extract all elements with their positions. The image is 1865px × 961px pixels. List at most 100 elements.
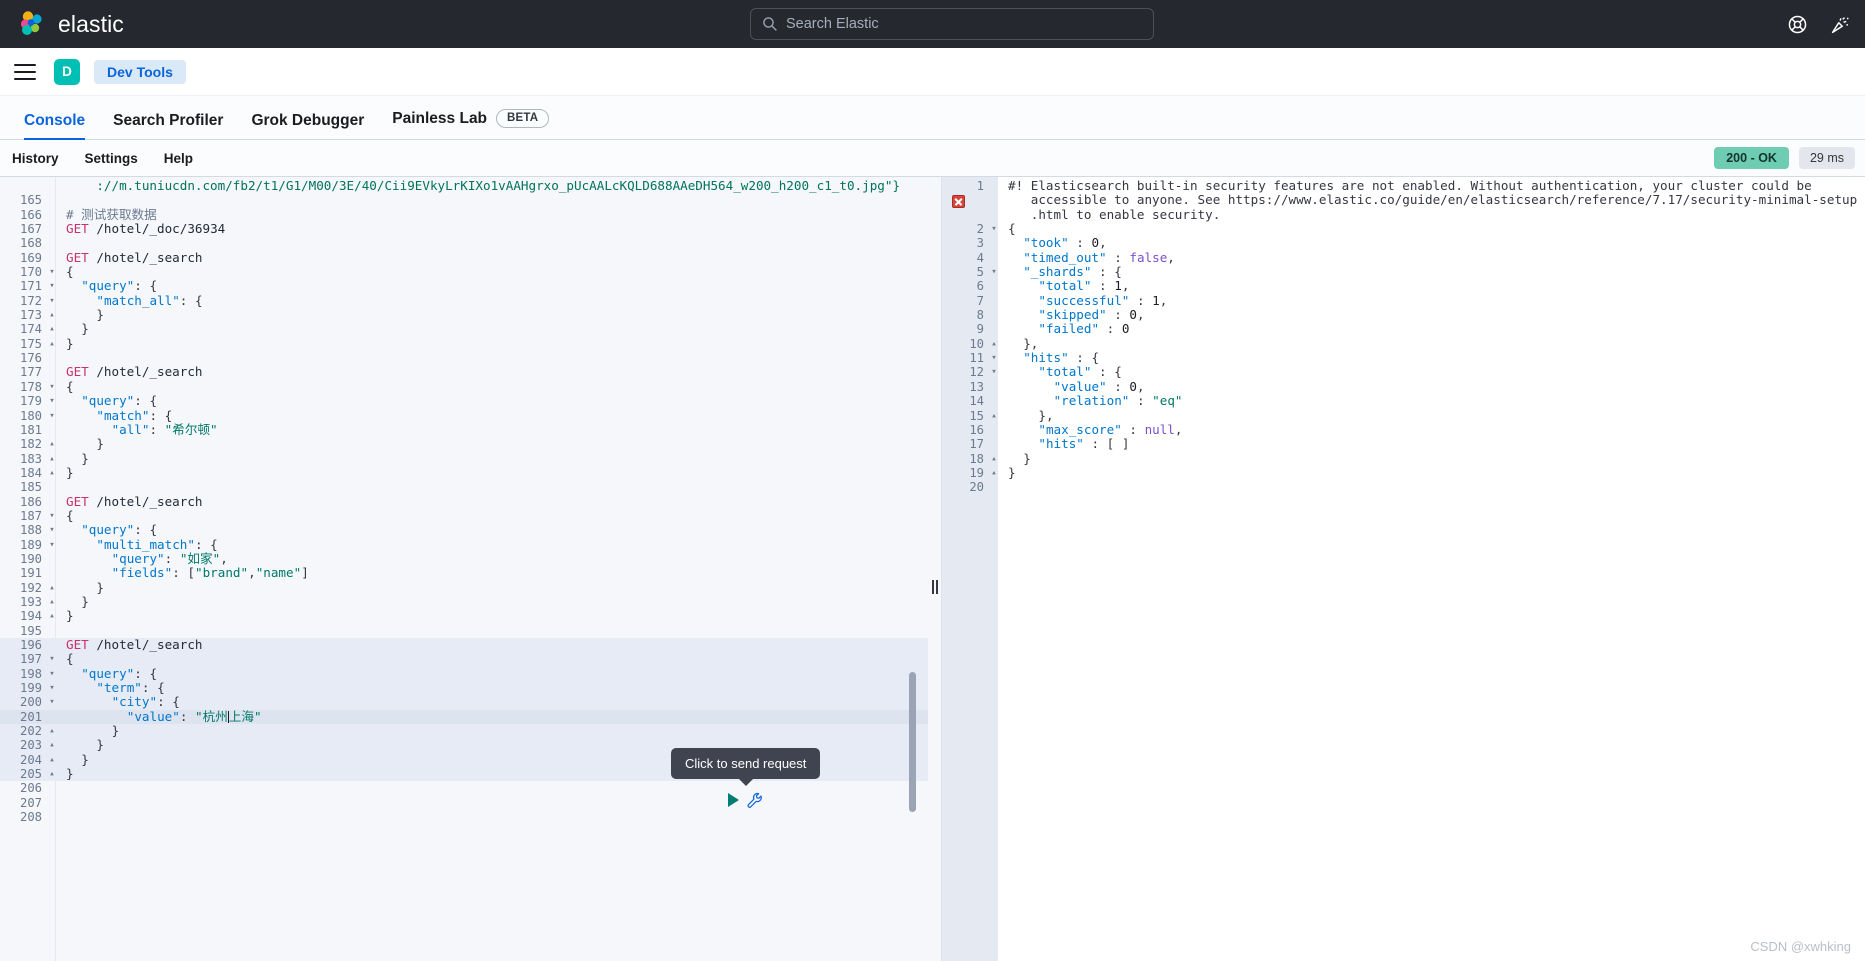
fold-toggle[interactable]: ▾ bbox=[46, 265, 58, 279]
code-line[interactable]: 193 ▴ } bbox=[0, 594, 928, 609]
code-line[interactable]: 187 ▾ { bbox=[0, 508, 928, 523]
code-line[interactable]: 174 ▴ } bbox=[0, 322, 928, 337]
fold-toggle[interactable]: ▴ bbox=[46, 437, 58, 451]
code-line[interactable]: 182 ▴ } bbox=[0, 437, 928, 452]
code-line[interactable]: 185 bbox=[0, 480, 928, 494]
code-line[interactable]: 166 # 测试获取数据 bbox=[0, 207, 928, 222]
code-line[interactable]: 172 ▾ "match_all": { bbox=[0, 293, 928, 308]
hamburger-menu-icon[interactable] bbox=[14, 63, 36, 80]
code-line[interactable]: 183 ▴ } bbox=[0, 451, 928, 466]
fold-toggle[interactable]: ▾ bbox=[46, 667, 58, 681]
fold-toggle[interactable]: ▴ bbox=[46, 581, 58, 595]
global-search-wrapper[interactable] bbox=[750, 8, 1154, 40]
code-line[interactable]: 189 ▾ "multi_match": { bbox=[0, 537, 928, 552]
fold-toggle[interactable]: ▴ bbox=[46, 767, 58, 781]
breadcrumb-dev-tools[interactable]: Dev Tools bbox=[94, 59, 186, 84]
code-line[interactable]: 202 ▴ } bbox=[0, 723, 928, 739]
fold-toggle[interactable]: ▾ bbox=[988, 365, 1000, 379]
code-line[interactable]: 165 bbox=[0, 193, 928, 207]
announcements-icon[interactable] bbox=[1830, 14, 1851, 35]
code-line[interactable]: 199 ▾ "term": { bbox=[0, 680, 928, 696]
code-line[interactable]: 201 "value": "杭州上海" bbox=[0, 709, 928, 725]
fold-toggle[interactable]: ▾ bbox=[46, 509, 58, 523]
help-button[interactable]: Help bbox=[164, 151, 193, 166]
code-line[interactable]: 179 ▾ "query": { bbox=[0, 393, 928, 408]
tab-grok-debugger[interactable]: Grok Debugger bbox=[237, 112, 378, 140]
code-line[interactable]: 195 bbox=[0, 624, 928, 638]
code-line[interactable]: 178 ▾ { bbox=[0, 379, 928, 394]
fold-toggle[interactable]: ▾ bbox=[46, 681, 58, 695]
pane-splitter[interactable] bbox=[928, 177, 942, 961]
fold-toggle[interactable]: ▴ bbox=[46, 595, 58, 609]
code-line[interactable]: 192 ▴ } bbox=[0, 580, 928, 595]
fold-toggle[interactable]: ▴ bbox=[46, 609, 58, 623]
request-editor-pane[interactable]: ://m.tuniucdn.com/fb2/t1/G1/M00/3E/40/Ci… bbox=[0, 177, 928, 961]
response-pane[interactable]: 1 #! Elasticsearch built-in security feat… bbox=[942, 177, 1865, 961]
code-line[interactable]: 194 ▴} bbox=[0, 609, 928, 624]
tab-console[interactable]: Console bbox=[10, 112, 99, 140]
fold-toggle[interactable]: ▴ bbox=[988, 452, 1000, 466]
code-line[interactable]: 171 ▾ "query": { bbox=[0, 279, 928, 294]
code-line[interactable]: 181 "all": "希尔顿" bbox=[0, 422, 928, 437]
fold-toggle[interactable]: ▾ bbox=[988, 265, 1000, 279]
fold-toggle[interactable]: ▴ bbox=[46, 738, 58, 752]
code-line[interactable]: 170 ▾ { bbox=[0, 264, 928, 279]
help-icon[interactable] bbox=[1787, 14, 1808, 35]
fold-toggle[interactable]: ▾ bbox=[46, 695, 58, 709]
fold-toggle[interactable]: ▾ bbox=[46, 380, 58, 394]
fold-toggle[interactable]: ▾ bbox=[46, 409, 58, 423]
fold-toggle[interactable]: ▴ bbox=[46, 337, 58, 351]
fold-toggle[interactable]: ▾ bbox=[46, 523, 58, 537]
code-line[interactable]: 200 ▾ "city": { bbox=[0, 695, 928, 710]
wrench-icon[interactable] bbox=[747, 792, 763, 808]
code-line[interactable]: 196 GET /hotel/_search bbox=[0, 637, 928, 653]
code-line[interactable]: ://m.tuniucdn.com/fb2/t1/G1/M00/3E/40/Ci… bbox=[0, 178, 928, 193]
fold-toggle[interactable]: ▴ bbox=[46, 452, 58, 466]
code-text: "hits" : { bbox=[1023, 350, 1100, 366]
fold-toggle[interactable]: ▴ bbox=[46, 466, 58, 480]
fold-toggle[interactable]: ▴ bbox=[988, 466, 1000, 480]
fold-toggle[interactable]: ▾ bbox=[988, 351, 1000, 365]
code-line[interactable]: 198 ▾ "query": { bbox=[0, 666, 928, 682]
code-line[interactable]: 175 ▴} bbox=[0, 336, 928, 351]
search-input[interactable] bbox=[750, 8, 1154, 40]
code-line[interactable]: 168 bbox=[0, 236, 928, 250]
code-text: "match": { bbox=[96, 407, 173, 423]
fold-toggle[interactable]: ▾ bbox=[46, 394, 58, 408]
editor-vertical-scrollbar[interactable] bbox=[909, 672, 916, 812]
tab-search-profiler[interactable]: Search Profiler bbox=[99, 112, 237, 140]
code-line[interactable]: 173 ▴ } bbox=[0, 307, 928, 322]
play-triangle-icon[interactable] bbox=[728, 793, 739, 807]
fold-toggle[interactable]: ▴ bbox=[46, 308, 58, 322]
fold-toggle[interactable]: ▴ bbox=[46, 753, 58, 767]
code-line[interactable]: 180 ▾ "match": { bbox=[0, 407, 928, 423]
code-line[interactable]: 188 ▾ "query": { bbox=[0, 523, 928, 538]
fold-toggle[interactable]: ▴ bbox=[46, 724, 58, 738]
fold-toggle[interactable]: ▾ bbox=[46, 279, 58, 293]
code-line[interactable]: 177 GET /hotel/_search bbox=[0, 365, 928, 380]
fold-toggle[interactable]: ▴ bbox=[988, 409, 1000, 423]
fold-toggle[interactable]: ▾ bbox=[46, 294, 58, 308]
brand[interactable]: elastic bbox=[17, 9, 124, 39]
code-line[interactable]: 169 GET /hotel/_search bbox=[0, 250, 928, 265]
fold-toggle[interactable]: ▾ bbox=[988, 222, 1000, 236]
code-line[interactable]: 190 "query": "如家", bbox=[0, 551, 928, 566]
code-line[interactable]: 191 "fields": ["brand","name"] bbox=[0, 566, 928, 581]
fold-toggle[interactable]: ▴ bbox=[988, 337, 1000, 351]
code-line[interactable]: 197 ▾ { bbox=[0, 652, 928, 667]
code-line[interactable]: 184 ▴} bbox=[0, 465, 928, 480]
code-line[interactable]: 167 GET /hotel/_doc/36934 bbox=[0, 221, 928, 236]
code-line[interactable]: 186 GET /hotel/_search bbox=[0, 494, 928, 509]
fold-toggle[interactable]: ▾ bbox=[46, 652, 58, 666]
code-line[interactable]: 176 bbox=[0, 351, 928, 365]
space-avatar[interactable]: D bbox=[54, 58, 80, 85]
code-line[interactable]: 208 bbox=[0, 810, 928, 824]
fold-toggle[interactable]: ▾ bbox=[46, 538, 58, 552]
fold-toggle[interactable]: ▴ bbox=[46, 322, 58, 336]
request-editor-code[interactable]: ://m.tuniucdn.com/fb2/t1/G1/M00/3E/40/Ci… bbox=[0, 177, 928, 824]
tab-painless-lab[interactable]: Painless Lab BETA bbox=[378, 108, 563, 140]
settings-button[interactable]: Settings bbox=[85, 151, 138, 166]
history-button[interactable]: History bbox=[12, 151, 59, 166]
code-line[interactable]: 207 bbox=[0, 796, 928, 810]
code-line[interactable]: 206 bbox=[0, 781, 928, 795]
